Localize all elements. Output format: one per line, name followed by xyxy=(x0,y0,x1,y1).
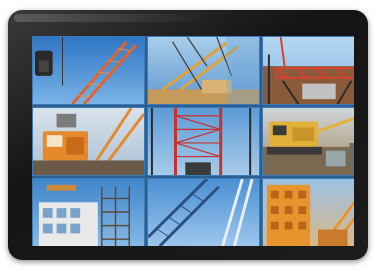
grid-tile-6[interactable] xyxy=(262,107,354,176)
crane-arm-image xyxy=(33,37,144,104)
steel-truss-image xyxy=(263,37,354,104)
crane-boom-image xyxy=(148,37,259,104)
grid-tile-1[interactable] xyxy=(32,36,145,105)
crawler-crane-image xyxy=(263,108,354,175)
grid-tile-8[interactable] xyxy=(147,178,260,246)
building-scaffold-image xyxy=(33,179,144,246)
grid-tile-2[interactable] xyxy=(147,36,260,105)
tablet-device xyxy=(8,10,368,260)
bezel-highlight xyxy=(14,14,214,22)
grid-tile-7[interactable] xyxy=(32,178,145,246)
crane-cab-image xyxy=(33,108,144,175)
grid-tile-9[interactable] xyxy=(262,178,354,246)
grid-tile-5[interactable] xyxy=(147,107,260,176)
red-lattice-tower-image xyxy=(148,108,259,175)
orange-crane-image xyxy=(263,179,354,246)
lattice-jib-image xyxy=(148,179,259,246)
grid-tile-3[interactable] xyxy=(262,36,354,105)
grid-tile-4[interactable] xyxy=(32,107,145,176)
image-grid-screen xyxy=(32,36,354,246)
